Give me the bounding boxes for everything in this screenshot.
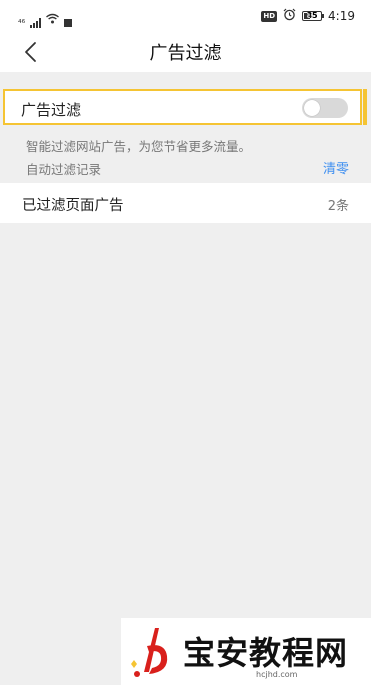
ad-filter-switch[interactable] [302, 98, 348, 118]
title-bar: 广告过滤 [0, 32, 371, 72]
auto-filter-record-label: 自动过滤记录 [26, 162, 102, 177]
alarm-icon [283, 8, 296, 24]
ad-filter-label: 广告过滤 [21, 101, 82, 119]
highlight-edge [363, 89, 367, 125]
filtered-pages-row[interactable]: 已过滤页面广告 2条 [0, 183, 371, 223]
clock-time: 4:19 [328, 9, 355, 23]
watermark: 宝安教程网 hcjhd.com [121, 618, 371, 685]
filtered-pages-count: 2条 [327, 199, 349, 214]
hd-icon: HD [261, 10, 278, 22]
network-type-text: ⁴⁶ [18, 19, 26, 29]
ad-filter-description: 智能过滤网站广告，为您节省更多流量。 [26, 139, 252, 154]
wifi-icon [46, 9, 60, 28]
ad-filter-toggle-row[interactable]: 广告过滤 [3, 89, 362, 125]
page-title: 广告过滤 [149, 43, 222, 64]
status-left: ⁴⁶ [18, 9, 73, 29]
watermark-url: hcjhd.com [256, 670, 298, 679]
notification-icon [64, 19, 73, 27]
status-right: HD 85 4:19 [261, 8, 355, 24]
filtered-pages-label: 已过滤页面广告 [22, 198, 124, 214]
battery-level: 85 [306, 11, 318, 20]
watermark-logo-icon [131, 628, 168, 677]
signal-icon [30, 18, 42, 28]
battery-icon: 85 [302, 11, 325, 21]
switch-knob [304, 100, 320, 116]
watermark-text: 宝安教程网 [183, 634, 349, 672]
clear-button[interactable]: 清零 [323, 158, 349, 177]
status-bar: ⁴⁶ HD 85 4:19 [0, 0, 371, 32]
